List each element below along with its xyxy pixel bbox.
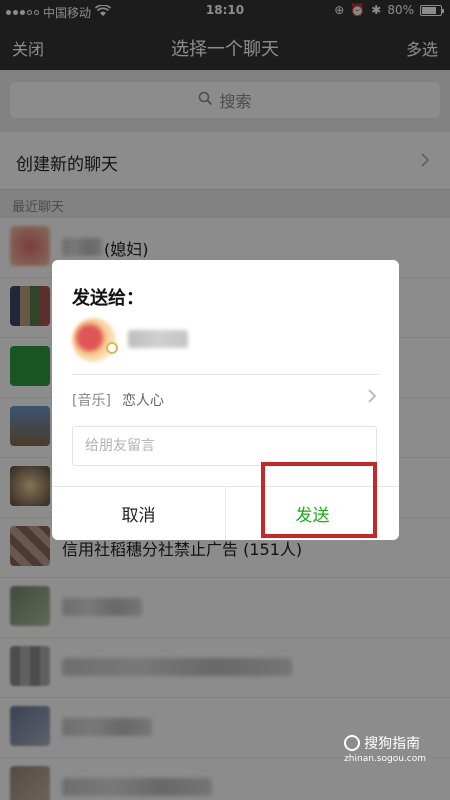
sogou-logo-icon <box>344 735 361 751</box>
music-title: 恋人心 <box>122 393 164 409</box>
recipient-badge-icon <box>106 342 118 354</box>
share-dialog: 发送给： [音乐] 恋人心 取消 发送 <box>52 260 399 540</box>
chevron-right-icon <box>367 388 377 408</box>
watermark-brand: 搜狗指南 <box>364 736 421 752</box>
divider <box>72 374 379 375</box>
music-tag: [音乐] <box>72 393 111 409</box>
send-button[interactable]: 发送 <box>226 487 399 540</box>
watermark: 搜狗指南 zhinan.sogou.com <box>344 733 426 764</box>
dialog-title: 发送给： <box>72 288 144 309</box>
music-preview[interactable]: [音乐] 恋人心 <box>72 384 379 418</box>
blurred-recipient-name <box>128 330 188 348</box>
message-input[interactable] <box>72 426 377 466</box>
cancel-button[interactable]: 取消 <box>52 487 226 540</box>
watermark-url: zhinan.sogou.com <box>344 754 426 764</box>
watermark-logo: 搜狗指南 <box>344 733 426 753</box>
recipient-avatar <box>72 318 116 362</box>
dialog-buttons: 取消 发送 <box>52 486 399 540</box>
